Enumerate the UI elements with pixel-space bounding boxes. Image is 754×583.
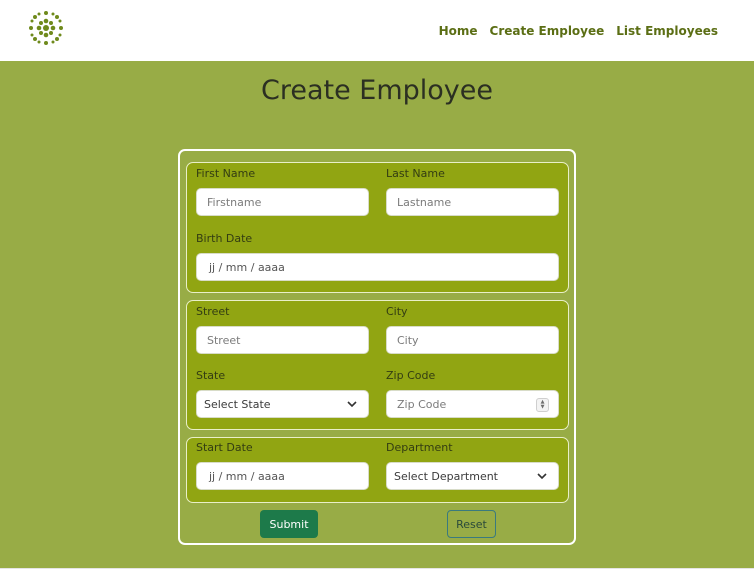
state-select[interactable]: Select State bbox=[196, 390, 369, 418]
chevron-down-icon bbox=[347, 401, 357, 408]
city-input[interactable]: City bbox=[386, 326, 559, 354]
nav-link-create-employee[interactable]: Create Employee bbox=[490, 24, 605, 38]
street-input[interactable]: Street bbox=[196, 326, 369, 354]
spinner-icon[interactable]: ▲ ▼ bbox=[536, 398, 549, 412]
logo-icon[interactable] bbox=[24, 6, 68, 50]
chevron-down-icon bbox=[537, 473, 547, 480]
page-bottom-edge bbox=[0, 568, 754, 583]
start-date-input[interactable]: jj / mm / aaaa bbox=[196, 462, 369, 490]
street-label: Street bbox=[196, 305, 230, 318]
zip-code-placeholder: Zip Code bbox=[397, 397, 447, 411]
submit-button[interactable]: Submit bbox=[260, 510, 318, 538]
state-label: State bbox=[196, 369, 226, 382]
city-label: City bbox=[386, 305, 408, 318]
address-group: Street Street City City State Select Sta… bbox=[186, 300, 569, 430]
zip-code-label: Zip Code bbox=[386, 369, 436, 382]
zip-code-input[interactable]: Zip Code ▲ ▼ bbox=[386, 390, 559, 418]
work-info-group: Start Date jj / mm / aaaa Department Sel… bbox=[186, 437, 569, 503]
department-select-value: Select Department bbox=[394, 469, 498, 483]
last-name-input[interactable]: Lastname bbox=[386, 188, 559, 216]
personal-info-group: First Name Firstname Last Name Lastname … bbox=[186, 162, 569, 293]
nav-link-list-employees[interactable]: List Employees bbox=[616, 24, 718, 38]
nav-link-home[interactable]: Home bbox=[439, 24, 478, 38]
department-label: Department bbox=[386, 441, 453, 454]
birth-date-input[interactable]: jj / mm / aaaa bbox=[196, 253, 559, 281]
navbar: Home Create Employee List Employees bbox=[0, 0, 754, 61]
first-name-label: First Name bbox=[196, 167, 256, 180]
main-content: Create Employee First Name Firstname Las… bbox=[0, 61, 754, 568]
start-date-label: Start Date bbox=[196, 441, 253, 454]
department-select[interactable]: Select Department bbox=[386, 462, 559, 490]
birth-date-label: Birth Date bbox=[196, 232, 253, 245]
last-name-label: Last Name bbox=[386, 167, 445, 180]
state-select-value: Select State bbox=[204, 397, 271, 411]
reset-button[interactable]: Reset bbox=[447, 510, 496, 538]
nav-links: Home Create Employee List Employees bbox=[439, 24, 718, 38]
create-employee-form: First Name Firstname Last Name Lastname … bbox=[178, 149, 576, 545]
page-title: Create Employee bbox=[260, 75, 494, 106]
first-name-input[interactable]: Firstname bbox=[196, 188, 369, 216]
